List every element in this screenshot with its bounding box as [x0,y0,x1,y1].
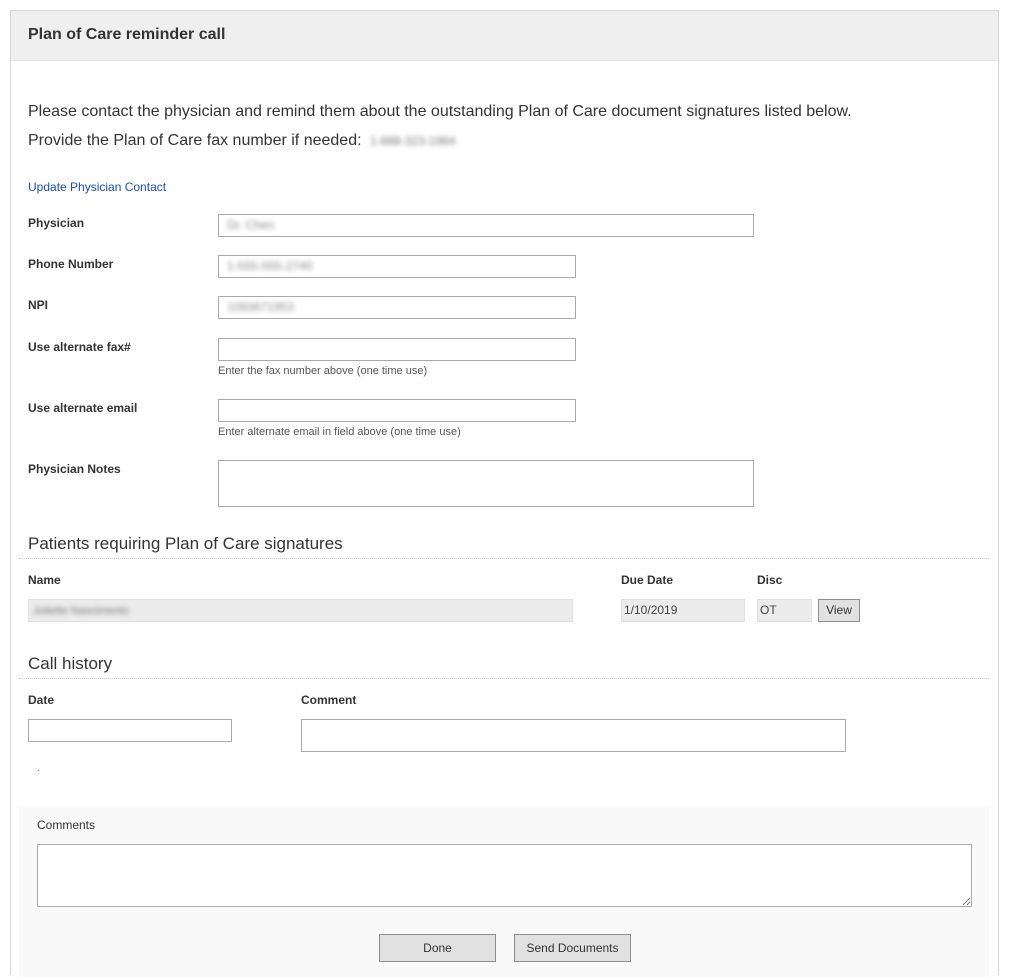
call-date-input[interactable] [28,719,232,742]
reminder-call-panel: Plan of Care reminder call Please contac… [10,10,999,977]
alternate-fax-hint: Enter the fax number above (one time use… [218,365,428,377]
intro-fax-prompt: Provide the Plan of Care fax number if n… [28,132,362,149]
physician-field[interactable]: Dr. Chen [218,214,754,237]
panel-header: Plan of Care reminder call [11,11,998,61]
physician-notes-input[interactable] [218,460,754,507]
physician-notes-label: Physician Notes [28,462,121,476]
patient-name: Juliette Nascimento [33,605,129,617]
column-header-due-date: Due Date [621,573,674,587]
view-button[interactable]: View [818,599,860,622]
patient-name-cell: Juliette Nascimento [28,599,573,622]
npi-label: NPI [28,298,49,312]
alternate-email-input[interactable] [218,399,576,422]
phone-number-label: Phone Number [28,257,114,271]
alternate-fax-input[interactable] [218,338,576,361]
comments-section: Comments Done Send Documents [19,807,989,977]
column-header-disc: Disc [757,573,783,587]
update-physician-contact-link[interactable]: Update Physician Contact [28,180,166,194]
disc-cell: OT [757,599,812,622]
patients-section-title: Patients requiring Plan of Care signatur… [28,534,343,553]
phone-number-field[interactable]: 1-555-555-2740 [218,255,576,278]
alternate-email-hint: Enter alternate email in field above (on… [218,426,461,438]
comments-label: Comments [37,818,96,832]
physician-label: Physician [28,216,85,230]
call-date-label: Date [28,693,55,707]
npi-field[interactable]: 1093671953 [218,296,576,319]
stray-dot: . [37,763,40,774]
call-comment-label: Comment [301,693,357,707]
send-documents-button[interactable]: Send Documents [514,934,631,962]
intro-line-1: Please contact the physician and remind … [28,103,852,120]
done-button[interactable]: Done [379,934,496,962]
due-date-cell: 1/10/2019 [621,599,745,622]
physician-value: Dr. Chen [227,218,275,232]
page-title: Plan of Care reminder call [28,26,226,43]
npi-value: 1093671953 [227,300,294,314]
phone-number-value: 1-555-555-2740 [227,259,313,273]
call-history-divider [19,678,989,679]
alternate-email-label: Use alternate email [28,401,138,415]
column-header-name: Name [28,573,61,587]
fax-number: 1-888-323-1964 [369,134,456,148]
patients-divider [19,558,989,559]
call-history-title: Call history [28,654,113,673]
comments-textarea[interactable] [37,844,972,907]
call-comment-input[interactable] [301,719,846,752]
alternate-fax-label: Use alternate fax# [28,340,131,354]
intro-line-2: Provide the Plan of Care fax number if n… [28,132,455,150]
